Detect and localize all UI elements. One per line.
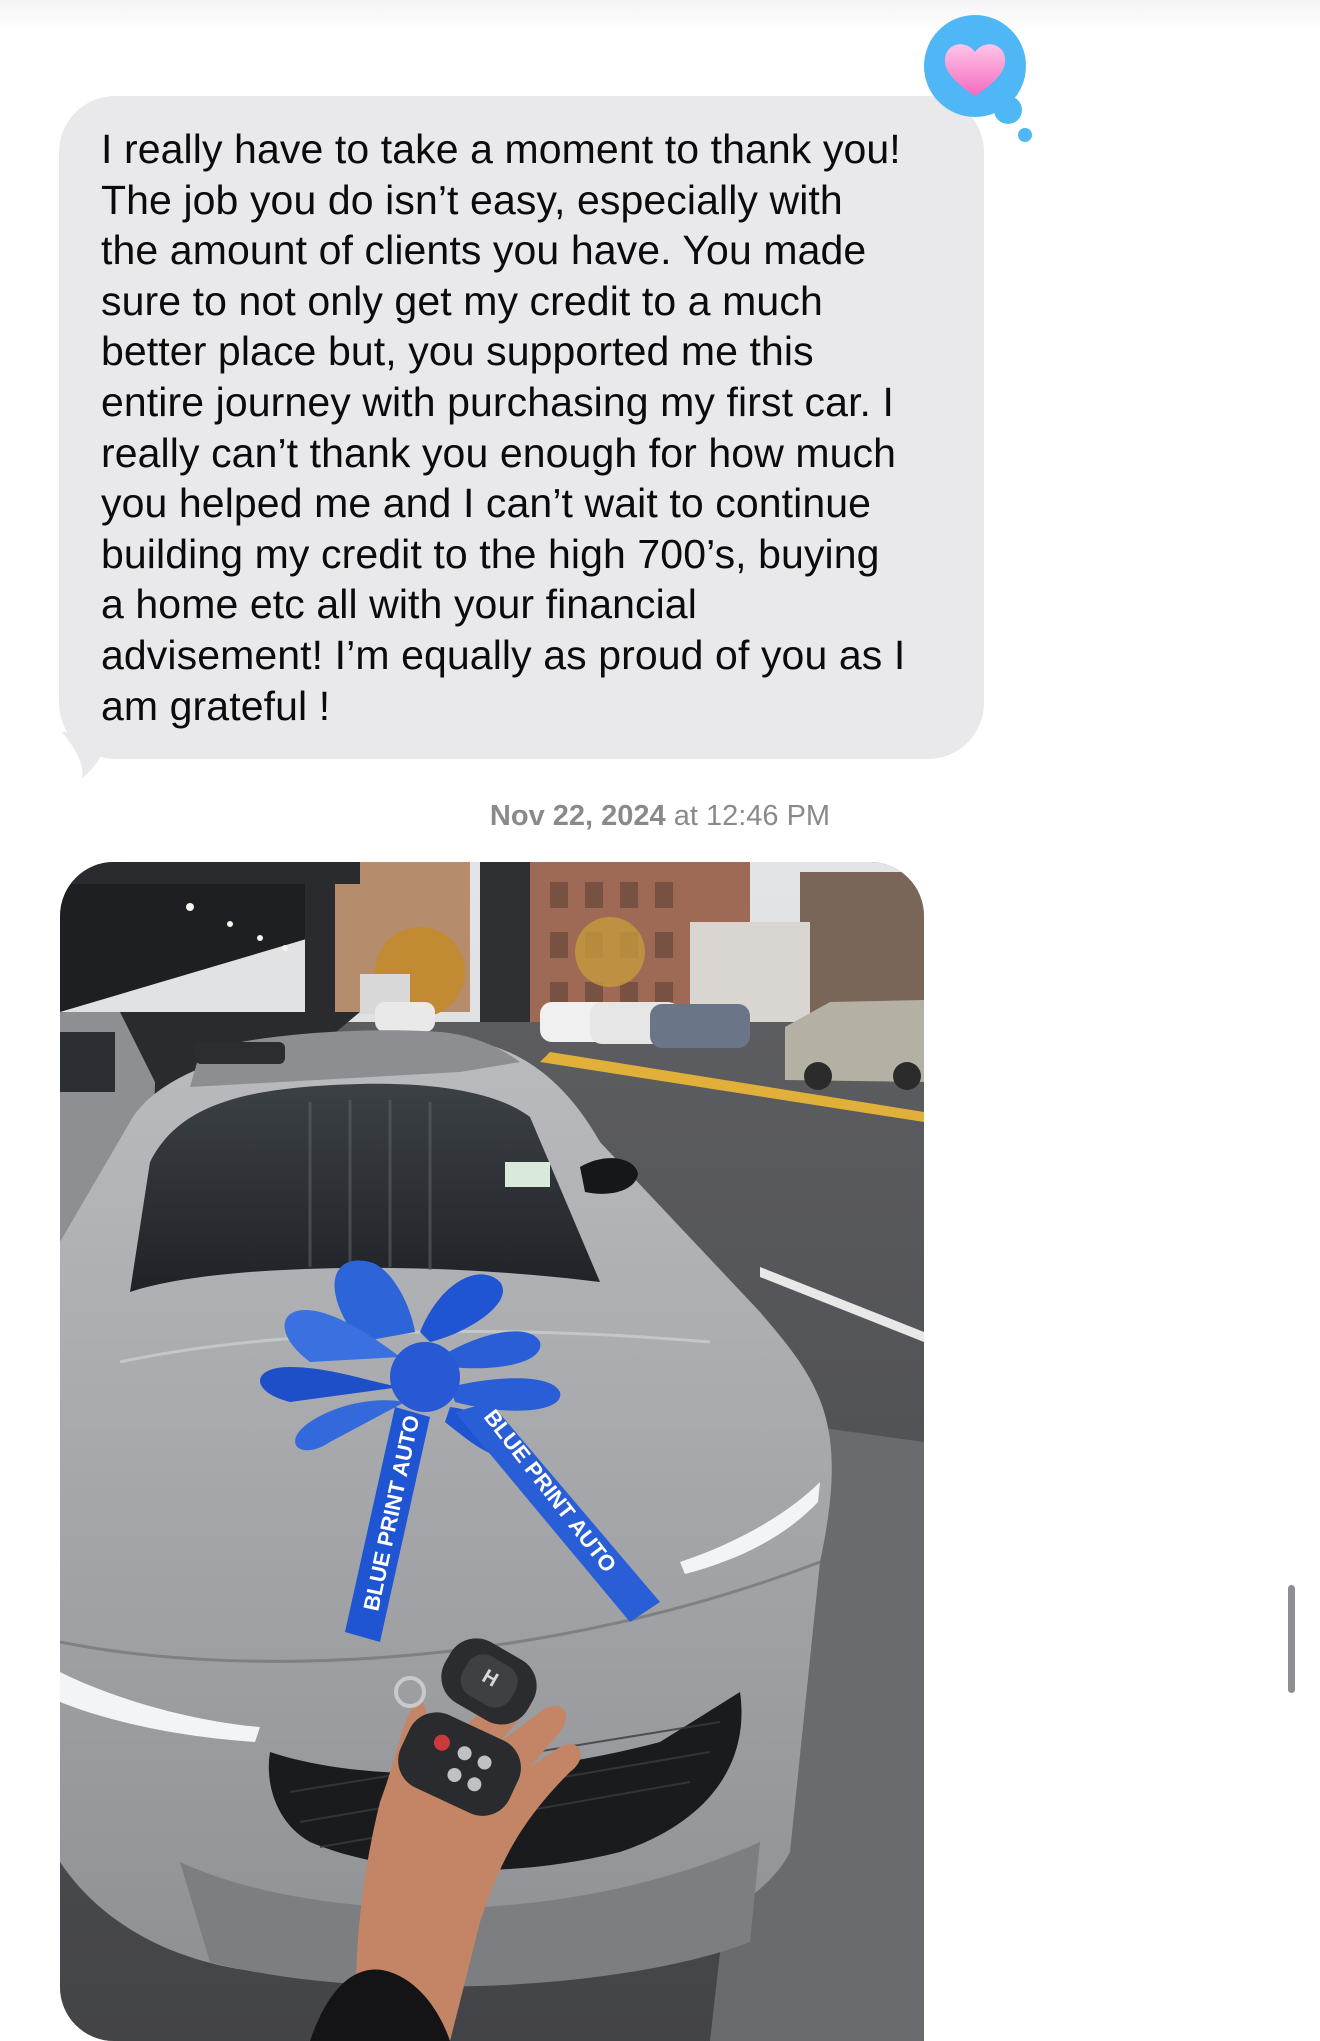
car-photo: BLUE PRINT AUTO BLUE PRINT AUTO H bbox=[60, 862, 924, 2041]
scroll-indicator[interactable] bbox=[1288, 1585, 1295, 1693]
received-message-bubble[interactable]: I really have to take a moment to thank … bbox=[59, 96, 984, 759]
timestamp-time: 12:46 PM bbox=[705, 800, 831, 832]
bubble-tail bbox=[62, 732, 102, 778]
photo-message[interactable]: BLUE PRINT AUTO BLUE PRINT AUTO H bbox=[60, 862, 924, 2041]
message-text: I really have to take a moment to thank … bbox=[101, 126, 906, 729]
heart-tapback-icon[interactable] bbox=[922, 14, 1034, 146]
top-fade bbox=[0, 0, 1320, 30]
timestamp-date: Nov 22, 2024 bbox=[489, 800, 666, 832]
message-timestamp: Nov 22, 2024 at 12:46 PM bbox=[0, 800, 1320, 833]
timestamp-separator: at bbox=[665, 800, 706, 832]
